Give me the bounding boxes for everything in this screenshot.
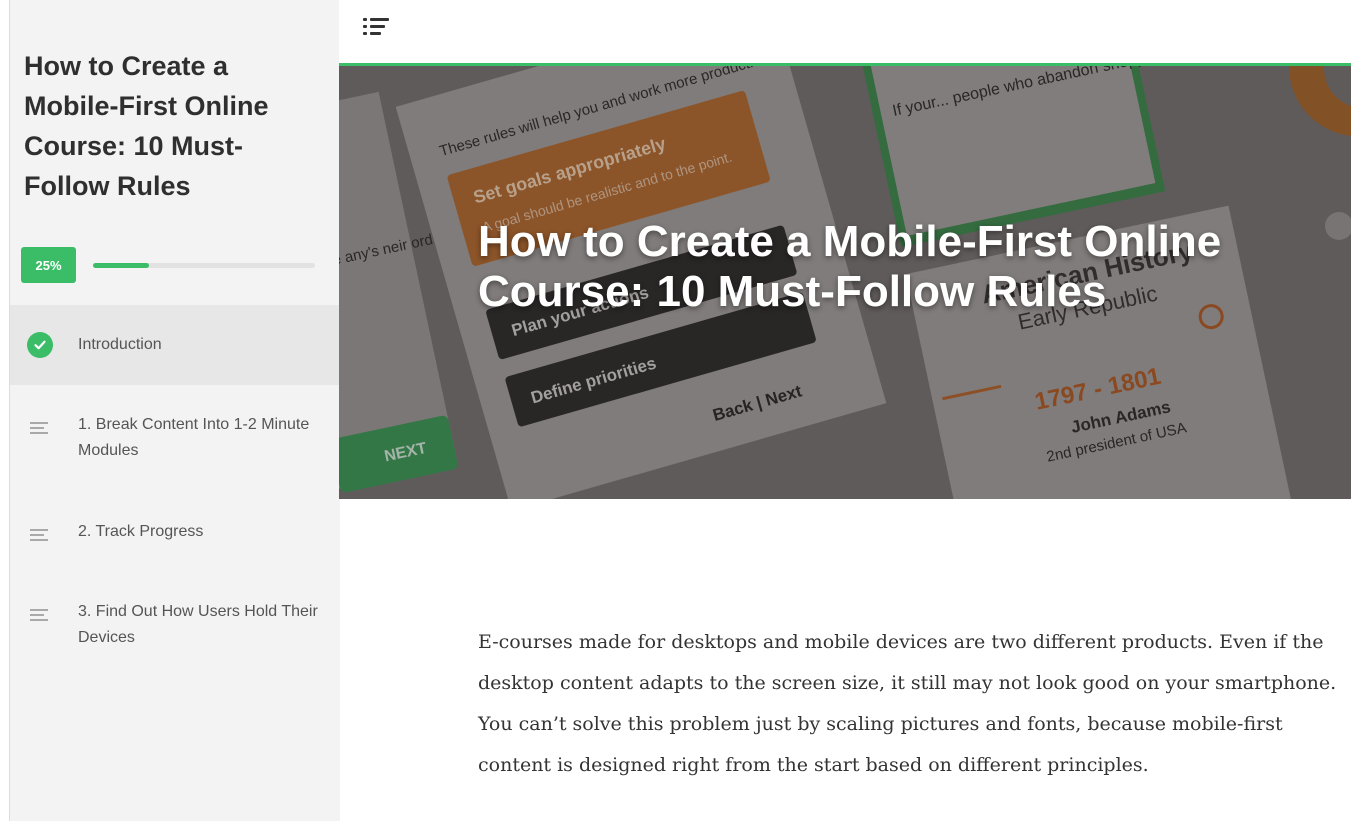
progress-fill xyxy=(93,263,149,268)
lesson-content: E-courses made for desktops and mobile d… xyxy=(478,622,1340,786)
nav-item-track-progress[interactable]: 2. Track Progress xyxy=(10,492,340,572)
nav-item-label: Introduction xyxy=(78,336,162,353)
top-bar xyxy=(339,0,1351,63)
course-title: How to Create a Mobile-First Online Cour… xyxy=(24,51,269,201)
nav-item-label: 3. Find Out How Users Hold Their Devices xyxy=(78,603,318,646)
nav-item-label: 2. Track Progress xyxy=(78,523,204,540)
nav-item-device-holding[interactable]: 3. Find Out How Users Hold Their Devices xyxy=(10,572,340,652)
lesson-lines-icon xyxy=(30,422,48,434)
lesson-lines-icon xyxy=(30,529,48,541)
hero-title: How to Create a Mobile-First Online Cour… xyxy=(478,217,1222,316)
course-sidebar: How to Create a Mobile-First Online Cour… xyxy=(9,0,340,821)
progress-badge: 25% xyxy=(21,247,76,283)
course-progress: 25% xyxy=(21,247,326,285)
hero-banner: e any's neir ord it. NEXT These rules wi… xyxy=(339,66,1351,499)
check-circle-icon xyxy=(27,332,53,358)
lesson-nav: Introduction 1. Break Content Into 1-2 M… xyxy=(10,305,340,652)
nav-item-label: 1. Break Content Into 1-2 Minute Modules xyxy=(78,416,310,459)
progress-track xyxy=(93,263,315,268)
nav-item-break-content[interactable]: 1. Break Content Into 1-2 Minute Modules xyxy=(10,385,340,492)
nav-item-introduction[interactable]: Introduction xyxy=(10,305,340,385)
lesson-lines-icon xyxy=(30,609,48,621)
menu-lines-icon[interactable] xyxy=(363,18,389,38)
intro-paragraph: E-courses made for desktops and mobile d… xyxy=(478,631,1337,776)
